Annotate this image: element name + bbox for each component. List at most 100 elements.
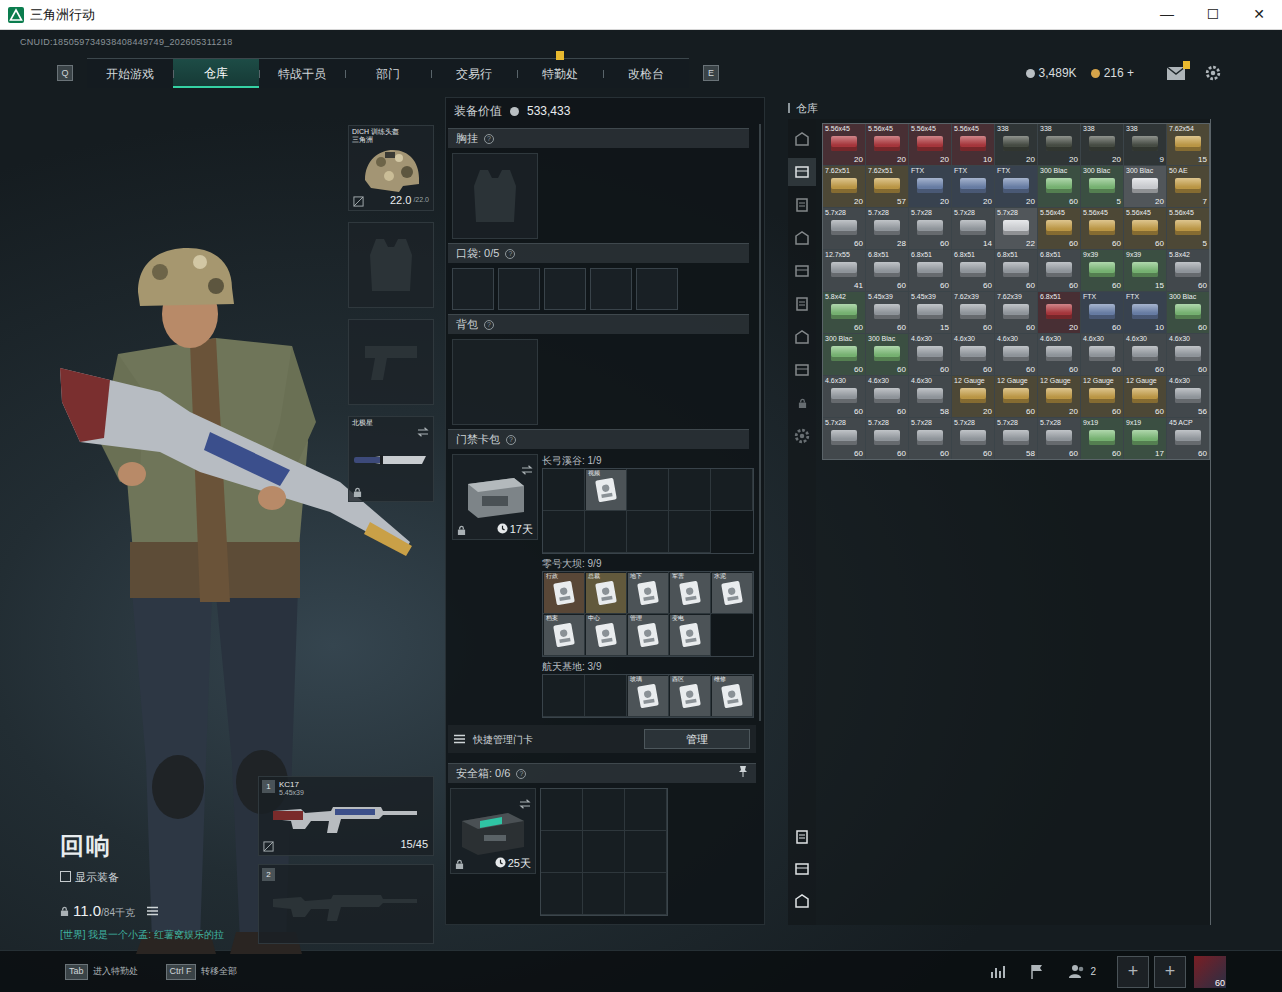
card-slot[interactable]: 中心 — [585, 614, 627, 656]
card-slot[interactable]: 行政 — [543, 572, 585, 614]
ammo-item[interactable]: 9x3915 — [1124, 250, 1166, 291]
keycard[interactable]: 档案 — [544, 615, 584, 655]
pistol-slot[interactable] — [348, 319, 434, 405]
card-slot[interactable] — [543, 675, 585, 717]
keycard[interactable]: 水泥 — [712, 573, 752, 613]
sort-icon[interactable] — [794, 829, 810, 845]
keycard-case[interactable]: 17天 — [452, 454, 538, 540]
ammo-item[interactable]: 5.7x2860 — [952, 418, 994, 459]
card-slot[interactable]: 视频 — [585, 469, 627, 511]
backpack-slot[interactable] — [452, 339, 538, 425]
ammo-item[interactable]: 7.62x3960 — [952, 292, 994, 333]
warehouse-tab[interactable] — [788, 323, 816, 351]
ammo-item[interactable]: 5.7x2860 — [1038, 418, 1080, 459]
key-hint[interactable]: Tab进入特勤处 — [65, 964, 138, 980]
ammo-item[interactable]: 12 Gauge60 — [995, 376, 1037, 417]
ammo-item[interactable]: 4.6x3060 — [995, 334, 1037, 375]
ammo-item[interactable]: 6.8x5160 — [866, 250, 908, 291]
ammo-item[interactable]: 12.7x5541 — [823, 250, 865, 291]
ammo-item[interactable]: 7.62x5157 — [866, 166, 908, 207]
ammo-item[interactable]: 300 Blac60 — [1038, 166, 1080, 207]
warehouse-tab[interactable] — [788, 158, 816, 186]
ammo-item[interactable]: 5.56x455 — [1167, 208, 1209, 249]
keycard[interactable]: 行政 — [544, 573, 584, 613]
ammo-item[interactable]: 4.6x3060 — [1081, 334, 1123, 375]
pocket-slot[interactable] — [590, 268, 632, 310]
card-slot[interactable]: 总裁 — [585, 572, 627, 614]
settings-button[interactable] — [1204, 64, 1222, 82]
layers-icon[interactable] — [794, 861, 810, 877]
show-equipment-toggle[interactable]: 显示装备 — [60, 869, 258, 886]
storage-tab-icon[interactable] — [794, 329, 810, 345]
chest-rig-slot[interactable] — [452, 153, 538, 239]
ammo-item[interactable]: 5.56x4520 — [823, 124, 865, 165]
storage-tab-icon[interactable] — [794, 164, 810, 180]
warehouse-tab[interactable] — [788, 356, 816, 384]
ammo-item[interactable]: 7.62x5415 — [1167, 124, 1209, 165]
tab-label[interactable]: 部门 — [376, 65, 400, 83]
card-slot[interactable] — [627, 511, 669, 553]
melee-slot[interactable]: 北极星 — [348, 416, 434, 502]
card-slot[interactable] — [543, 511, 585, 553]
key-hint[interactable]: Ctrl F转移全部 — [166, 964, 237, 980]
tab-label[interactable]: 改枪台 — [628, 65, 664, 83]
warehouse-tab[interactable] — [788, 125, 816, 153]
ammo-item[interactable]: 50 AE7 — [1167, 166, 1209, 207]
keycard[interactable]: 中心 — [586, 615, 626, 655]
card-slot[interactable]: 档案 — [543, 614, 585, 656]
ammo-item[interactable]: 4.6x3060 — [1124, 334, 1166, 375]
player-avatar[interactable]: 60 — [1194, 956, 1226, 988]
ammo-item[interactable]: 4.6x3058 — [909, 376, 951, 417]
helmet-slot[interactable]: DICH 训练头盔三角洲22.0/22.0 — [348, 125, 434, 211]
ammo-item[interactable]: 5.7x2860 — [823, 208, 865, 249]
tab-label[interactable]: 特战干员 — [278, 65, 326, 83]
card-slot[interactable]: 维修 — [711, 675, 753, 717]
weapon-slot[interactable]: 1KC175.45x3915/45 — [258, 776, 434, 856]
ammo-item[interactable]: 7.62x5120 — [823, 166, 865, 207]
ammo-item[interactable]: 5.45x3915 — [909, 292, 951, 333]
ammo-item[interactable]: 4.6x3060 — [1167, 334, 1209, 375]
ammo-item[interactable]: FTX20 — [952, 166, 994, 207]
pocket-slot[interactable] — [636, 268, 678, 310]
pocket-slot[interactable] — [544, 268, 586, 310]
keycard[interactable]: 总裁 — [586, 573, 626, 613]
nav-tab[interactable]: 部门 — [345, 59, 431, 88]
card-slot[interactable] — [669, 511, 711, 553]
ammo-item[interactable]: 9x1917 — [1124, 418, 1166, 459]
ammo-item[interactable]: 6.8x5160 — [995, 250, 1037, 291]
checkbox-label[interactable]: 显示装备 — [75, 869, 119, 886]
nav-tab[interactable]: 改枪台 — [603, 59, 689, 88]
ammo-item[interactable]: 4.6x3056 — [1167, 376, 1209, 417]
keycard[interactable]: 西区 — [670, 676, 710, 716]
card-slot[interactable] — [585, 675, 627, 717]
ammo-item[interactable]: 33820 — [1038, 124, 1080, 165]
keycard[interactable]: 视频 — [586, 470, 626, 510]
help-button[interactable]: ? — [484, 134, 494, 144]
pin-icon[interactable] — [738, 765, 748, 777]
gear-icon[interactable] — [793, 427, 811, 445]
card-slot[interactable]: 水泥 — [711, 572, 753, 614]
ammo-item[interactable]: 300 Blac20 — [1124, 166, 1166, 207]
nav-tab[interactable]: 特战干员 — [259, 59, 345, 88]
ammo-item[interactable]: 5.7x2860 — [823, 418, 865, 459]
lock-icon[interactable] — [798, 398, 807, 409]
ammo-item[interactable]: FTX20 — [995, 166, 1037, 207]
swap-icon[interactable] — [521, 465, 533, 475]
warehouse-tab[interactable] — [788, 224, 816, 252]
safe-slot[interactable] — [583, 789, 625, 831]
keycard[interactable]: 变电 — [670, 615, 710, 655]
invite-slot[interactable]: + — [1117, 956, 1149, 988]
keycard[interactable]: 维修 — [712, 676, 752, 716]
flag-icon[interactable] — [1030, 964, 1044, 979]
ammo-item[interactable]: 6.8x5160 — [952, 250, 994, 291]
help-button[interactable]: ? — [516, 769, 526, 779]
card-slot[interactable]: 西区 — [669, 675, 711, 717]
ammo-item[interactable]: 9x1960 — [1081, 418, 1123, 459]
keycard[interactable]: 玻璃 — [628, 676, 668, 716]
nav-tab[interactable]: 特勤处 — [517, 59, 603, 88]
warehouse-tab[interactable] — [788, 257, 816, 285]
tab-label[interactable]: 交易行 — [456, 65, 492, 83]
ammo-item[interactable]: 5.56x4520 — [866, 124, 908, 165]
swap-icon[interactable] — [519, 799, 531, 809]
minimize-button[interactable]: — — [1144, 0, 1190, 30]
